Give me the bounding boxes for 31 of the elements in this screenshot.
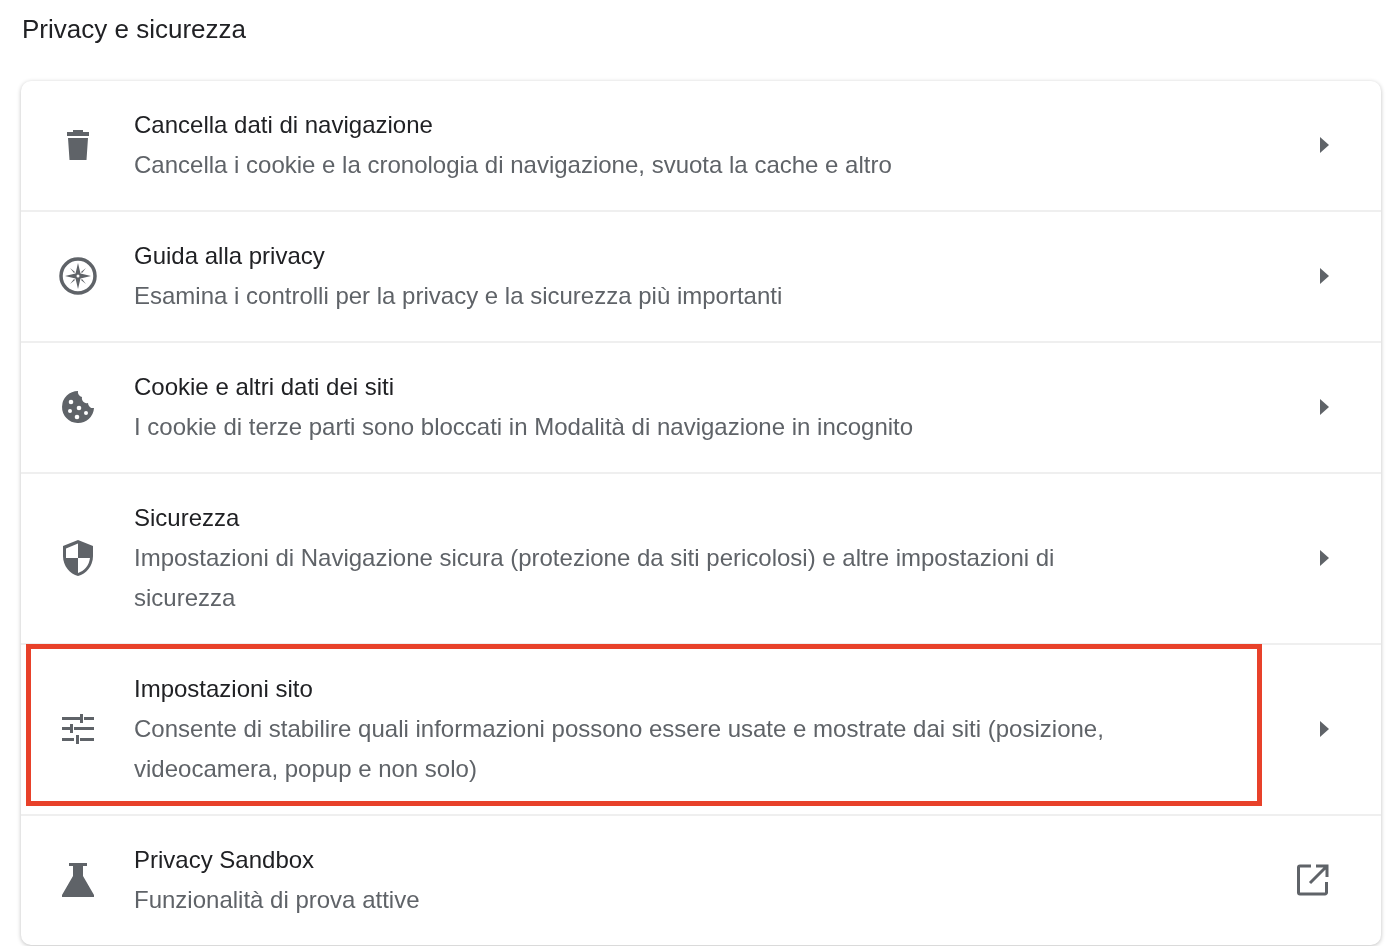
compass-icon [57, 256, 98, 296]
item-title: Cancella dati di navigazione [134, 110, 434, 140]
arrow-icon[interactable] [1320, 721, 1329, 737]
item-description: Impostazioni di Navigazione sicura (protezione da siti pericolosi) e altre impostazioni di sicurezza [134, 543, 1056, 613]
arrow-icon[interactable] [1320, 268, 1329, 284]
item-description: I cookie di terze parti sono bloccati in Modalità di navigazione in incognito [134, 412, 915, 442]
settings-row[interactable]: Guida alla privacy Esamina i controlli per la privacy e la sicurezza più importanti [21, 210, 1381, 341]
item-title: Cookie e altri dati dei siti [134, 372, 396, 402]
item-description: Cancella i cookie e la cronologia di navigazione, svuota la cache e altro [134, 150, 893, 180]
settings-row[interactable]: Cookie e altri dati dei siti I cookie di terze parti sono bloccati in Modalità di navigazione in incognito [21, 341, 1381, 472]
sliders-icon [61, 714, 94, 744]
arrow-icon[interactable] [1320, 137, 1329, 153]
item-title: Impostazioni sito [134, 674, 314, 704]
trash-icon [66, 130, 89, 160]
cookie-icon [59, 389, 96, 425]
settings-row[interactable]: Privacy Sandbox Funzionalità di prova attive [21, 814, 1381, 945]
item-description: Esamina i controlli per la privacy e la sicurezza più importanti [134, 281, 784, 311]
shield-icon [61, 539, 94, 577]
settings-row[interactable]: Sicurezza Impostazioni di Navigazione sicura (protezione da siti pericolosi) e altre impostazioni di sicurezza [21, 472, 1381, 643]
item-description: Funzionalità di prova attive [134, 885, 421, 915]
item-title: Sicurezza [134, 503, 241, 533]
settings-row[interactable]: Impostazioni sito Consente di stabilire quali informazioni possono essere usate e mostrate dai siti (posizione, videocamera, popup e non solo) [21, 643, 1381, 814]
item-title: Privacy Sandbox [134, 845, 316, 875]
arrow-icon[interactable] [1320, 550, 1329, 566]
item-title: Guida alla privacy [134, 241, 326, 271]
page-title: Privacy e sicurezza [21, 13, 247, 46]
settings-row[interactable]: Cancella dati di navigazione Cancella i cookie e la cronologia di navigazione, svuota la cache e altro [21, 81, 1381, 210]
item-description: Consente di stabilire quali informazioni possono essere usate e mostrate dai siti (posizione, videocamera, popup e non solo) [134, 714, 1105, 784]
arrow-icon[interactable] [1320, 399, 1329, 415]
flask-icon [61, 863, 94, 897]
external-link-icon[interactable] [1297, 864, 1329, 896]
